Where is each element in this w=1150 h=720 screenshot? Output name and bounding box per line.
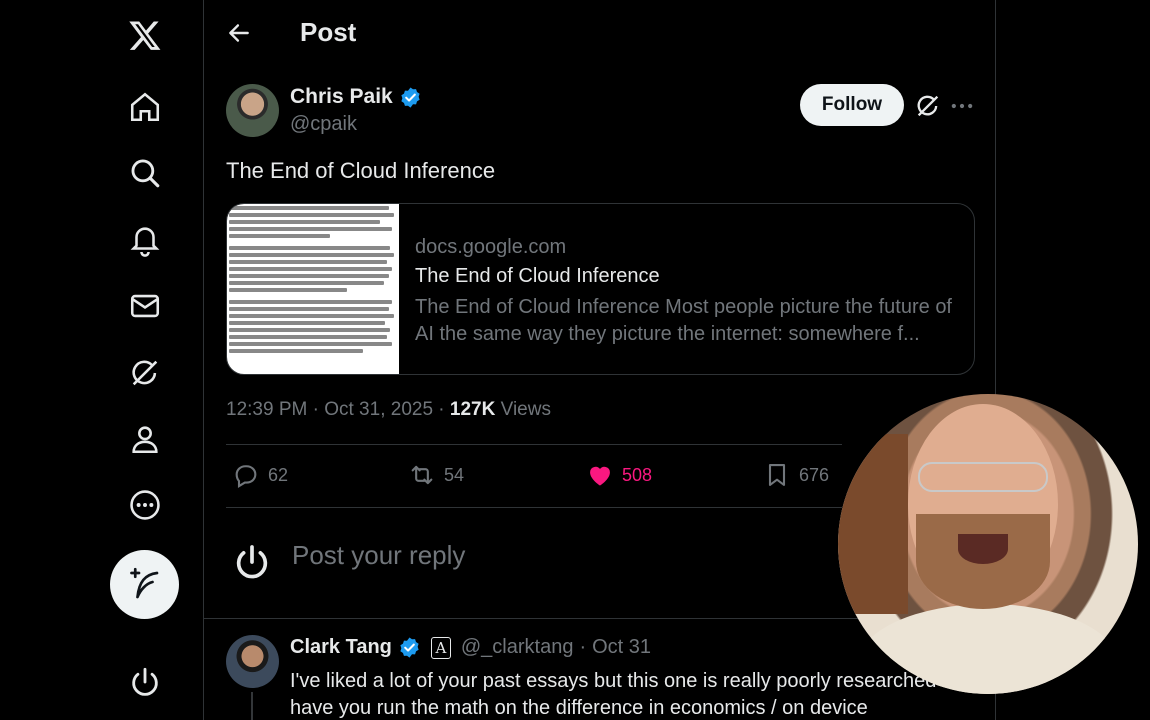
nav-explore[interactable] [119, 147, 171, 199]
repost-count: 54 [444, 464, 465, 485]
page-title: Post [300, 17, 357, 47]
comment-author-handle[interactable]: @_clarktang [461, 636, 574, 659]
comment-author-name[interactable]: Clark Tang [290, 636, 392, 659]
webcam-shirt [858, 604, 1118, 694]
like-count: 508 [622, 464, 653, 485]
search-icon [131, 159, 160, 188]
repost-icon [411, 465, 433, 485]
comment-date[interactable]: Oct 31 [592, 636, 651, 659]
back-button[interactable] [222, 16, 256, 50]
compose-button[interactable] [110, 550, 179, 619]
post-text: The End of Cloud Inference [226, 158, 496, 183]
person-icon [132, 426, 158, 454]
comment-header: Clark Tang A @_clarktang · Oct 31 [290, 636, 651, 659]
grok-icon[interactable] [914, 92, 942, 120]
post-meta: 12:39 PM · Oct 31, 2025 · 127K Views [226, 399, 551, 421]
verified-badge-icon [398, 636, 421, 659]
verified-badge-icon [399, 86, 422, 109]
webcam-background [838, 434, 908, 614]
power-icon [236, 545, 268, 579]
feather-plus-icon [129, 567, 158, 598]
webcam-glasses [918, 462, 1048, 492]
nav-home[interactable] [119, 81, 171, 133]
repost-action[interactable]: 54 [408, 461, 464, 489]
like-action[interactable]: 508 [586, 461, 652, 489]
post-time[interactable]: 12:39 PM [226, 399, 307, 420]
heart-filled-icon [590, 466, 610, 486]
author-avatar[interactable] [226, 84, 279, 137]
author-handle[interactable]: @cpaik [290, 113, 357, 136]
arrow-left-icon [229, 24, 249, 42]
divider [226, 444, 842, 445]
meta-separator: · [438, 399, 450, 420]
post-date[interactable]: Oct 31, 2025 [324, 399, 433, 420]
reply-action[interactable]: 62 [232, 461, 288, 489]
author-name-row: Chris Paik [290, 85, 422, 109]
left-nav [0, 0, 203, 720]
grok-icon [132, 360, 158, 386]
follow-button[interactable]: Follow [800, 84, 904, 126]
comment-author-avatar[interactable] [226, 635, 279, 688]
webcam-overlay [838, 394, 1138, 694]
nav-messages[interactable] [119, 280, 171, 332]
meta-separator: · [312, 399, 325, 420]
power-icon [132, 667, 158, 696]
meta-separator: · [579, 636, 587, 658]
bookmark-icon [768, 464, 786, 486]
nav-profile[interactable] [119, 413, 171, 465]
more-circle-icon [130, 490, 160, 520]
nav-notifications[interactable] [119, 214, 171, 266]
author-name[interactable]: Chris Paik [290, 85, 393, 109]
reply-input[interactable]: Post your reply [292, 540, 465, 571]
views-label: Views [500, 399, 551, 420]
nav-more[interactable] [119, 479, 171, 531]
card-description: The End of Cloud Inference Most people p… [415, 296, 952, 345]
page-header: Post [204, 0, 995, 66]
reply-count: 62 [268, 464, 289, 485]
bookmark-count: 676 [799, 464, 830, 485]
bell-icon [130, 227, 160, 257]
webcam-mouth [958, 534, 1008, 564]
card-domain: docs.google.com [415, 236, 567, 258]
x-logo-svg [129, 21, 161, 50]
card-title: The End of Cloud Inference [415, 265, 660, 287]
more-options-icon[interactable] [948, 92, 976, 120]
automated-badge: A [430, 636, 451, 659]
reply-icon [235, 465, 257, 488]
bookmark-action[interactable]: 676 [763, 461, 829, 489]
views-count: 127K [449, 399, 496, 420]
x-logo-icon[interactable] [119, 9, 171, 61]
nav-grok[interactable] [119, 347, 171, 399]
link-preview-card[interactable]: docs.google.com The End of Cloud Inferen… [226, 203, 975, 375]
card-thumbnail [227, 204, 399, 374]
thread-line [251, 692, 253, 720]
home-icon [130, 92, 160, 122]
mail-icon [130, 294, 160, 318]
account-button[interactable] [119, 656, 171, 708]
